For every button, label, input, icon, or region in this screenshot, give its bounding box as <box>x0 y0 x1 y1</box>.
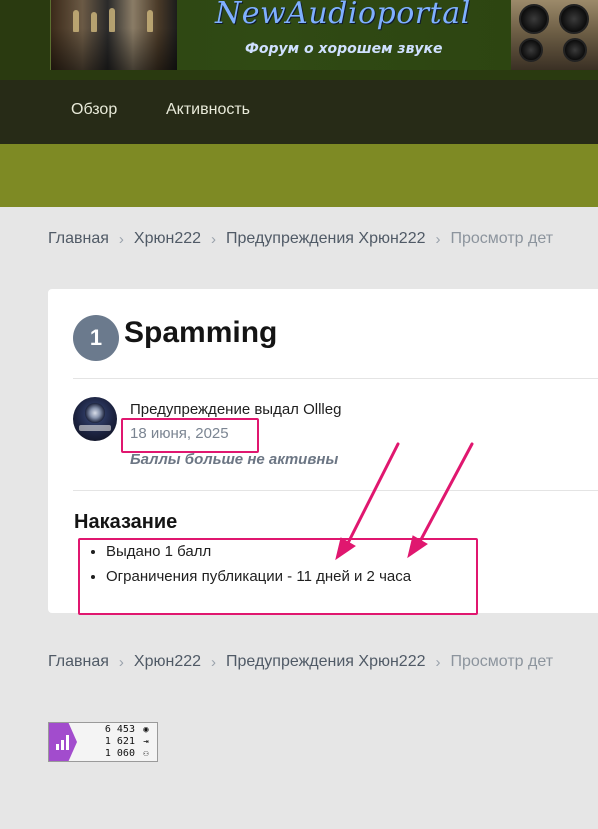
issued-by-text: Предупреждение выдал Ollleg <box>130 401 342 418</box>
divider <box>73 378 598 379</box>
warning-title: Spamming <box>124 316 278 349</box>
penalty-heading: Наказание <box>74 511 178 533</box>
chevron-right-icon: › <box>118 230 124 248</box>
breadcrumb-bottom: Главная › Хрюн222 › Предупреждения Хрюн222 › П… <box>48 653 553 675</box>
sub-nav-bar <box>0 144 598 207</box>
chevron-right-icon: › <box>118 653 124 671</box>
warning-points-badge: 1 <box>73 315 119 361</box>
main-nav: Обзор Активность <box>0 80 598 144</box>
breadcrumb-warnings[interactable]: Предупреждения Хрюн222 <box>226 653 425 671</box>
person-icon: ⚇ <box>143 749 149 759</box>
chevron-right-icon: › <box>435 230 441 248</box>
breadcrumb-user[interactable]: Хрюн222 <box>134 653 201 671</box>
login-icon: ⇥ <box>143 737 149 747</box>
nav-item-overview[interactable]: Обзор <box>71 101 117 119</box>
breadcrumb-user[interactable]: Хрюн222 <box>134 230 201 248</box>
eye-icon: ◉ <box>143 725 149 735</box>
chevron-right-icon: › <box>211 230 217 248</box>
counter-value: 1 060 <box>104 748 135 759</box>
nav-item-activity[interactable]: Активность <box>166 101 250 119</box>
breadcrumb-home[interactable]: Главная <box>48 653 109 671</box>
breadcrumb-current: Просмотр дет <box>450 653 554 670</box>
banner-logo-area[interactable]: NewAudioportal Форум о хорошем звуке <box>50 0 598 70</box>
breadcrumb: Главная › Хрюн222 › Предупреждения Хрюн222 › П… <box>48 230 553 252</box>
visitor-counter[interactable]: 6 453 ◉ 1 621 ⇥ 1 060 ⚇ <box>48 722 158 762</box>
counter-row-views: 6 453 ◉ <box>105 724 151 736</box>
breadcrumb-current: Просмотр дет <box>450 230 554 247</box>
site-title: NewAudioportal <box>215 0 471 31</box>
avatar[interactable] <box>73 397 117 441</box>
points-status: Баллы больше не активны <box>130 451 339 468</box>
counter-row-visits: 1 621 ⇥ <box>105 736 151 748</box>
breadcrumb-home[interactable]: Главная <box>48 230 109 248</box>
annotation-box-penalties <box>78 538 478 615</box>
bar-chart-icon <box>56 734 70 750</box>
site-subtitle: Форум о хорошем звуке <box>245 41 443 57</box>
banner-photo-speakers <box>511 0 598 70</box>
counter-value: 1 621 <box>104 736 135 747</box>
counter-value: 6 453 <box>104 724 135 735</box>
chevron-right-icon: › <box>211 653 217 671</box>
site-banner: NewAudioportal Форум о хорошем звуке <box>0 0 598 80</box>
breadcrumb-warnings[interactable]: Предупреждения Хрюн222 <box>226 230 425 248</box>
banner-photo-amplifiers <box>51 0 177 70</box>
counter-tab <box>49 723 77 761</box>
annotation-box-date <box>121 418 259 453</box>
chevron-right-icon: › <box>435 653 441 671</box>
divider <box>73 490 598 491</box>
counter-row-visitors: 1 060 ⚇ <box>105 748 151 760</box>
